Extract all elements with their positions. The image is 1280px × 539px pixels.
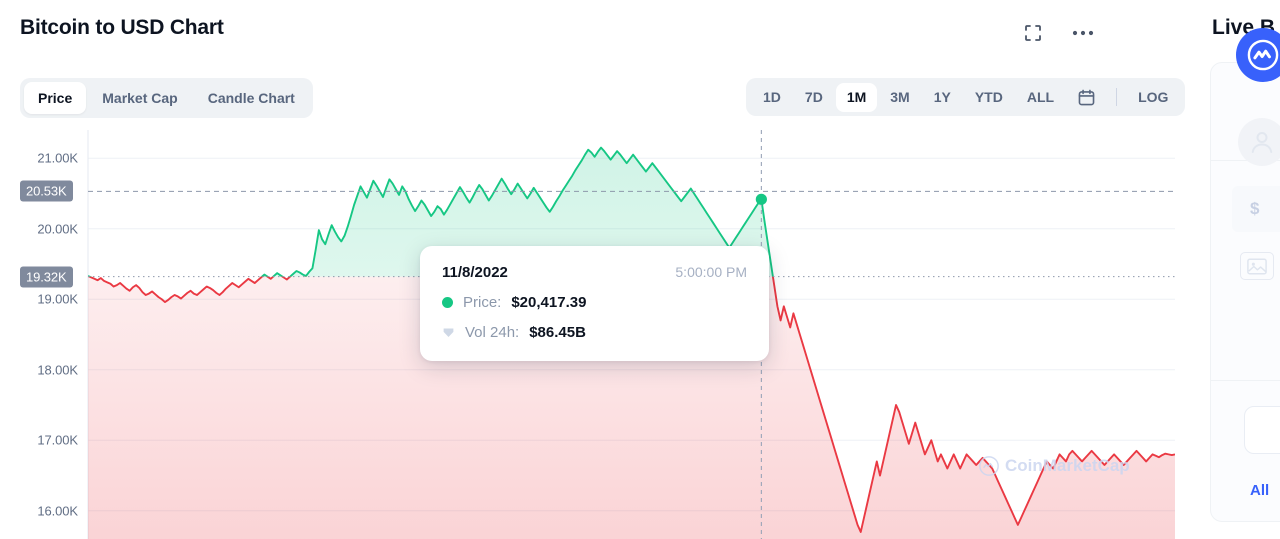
range-1y[interactable]: 1Y	[923, 83, 962, 112]
range-all[interactable]: ALL	[1016, 83, 1065, 112]
user-avatar-icon	[1238, 118, 1280, 166]
log-scale-toggle[interactable]: LOG	[1127, 83, 1179, 112]
y-axis-reference-badge: 20.53K	[20, 180, 73, 202]
calendar-icon[interactable]	[1067, 84, 1106, 111]
header-icon-group	[1022, 22, 1094, 44]
volume-shield-icon	[442, 325, 455, 340]
more-options-icon[interactable]	[1072, 22, 1094, 44]
time-range-selector: 1D 7D 1M 3M 1Y YTD ALL LOG	[746, 78, 1186, 116]
range-3m[interactable]: 3M	[879, 83, 920, 112]
app-root: Bitcoin to USD Chart Price Market Cap Ca…	[0, 0, 1280, 539]
y-axis-tick-label: 21.00K	[37, 150, 78, 166]
page-title: Bitcoin to USD Chart	[20, 16, 224, 39]
range-1d[interactable]: 1D	[752, 83, 792, 112]
amount-field[interactable]: $	[1232, 186, 1280, 232]
image-placeholder-icon	[1240, 252, 1274, 280]
range-7d[interactable]: 7D	[794, 83, 834, 112]
tooltip-date: 11/8/2022	[442, 264, 508, 281]
tooltip-volume-label: Vol 24h:	[465, 324, 520, 341]
tab-market-cap[interactable]: Market Cap	[88, 82, 191, 114]
divider	[1116, 88, 1118, 106]
divider	[1210, 380, 1280, 381]
y-axis-reference-badge: 19.32K	[20, 266, 73, 288]
range-ytd[interactable]: YTD	[964, 83, 1014, 112]
tooltip-time: 5:00:00 PM	[675, 264, 747, 280]
y-axis-tick-label: 20.00K	[37, 221, 78, 237]
y-axis-tick-label: 16.00K	[37, 503, 78, 519]
chart-tooltip: 11/8/2022 5:00:00 PM Price: $20,417.39 V…	[420, 246, 769, 361]
right-sidebar: Live B $ All	[1196, 0, 1280, 539]
fullscreen-icon[interactable]	[1022, 22, 1044, 44]
tab-price[interactable]: Price	[24, 82, 87, 114]
tooltip-header: 11/8/2022 5:00:00 PM	[442, 264, 747, 281]
sidebar-input[interactable]	[1244, 406, 1280, 454]
y-axis-tick-label: 17.00K	[37, 432, 78, 448]
sidebar-all-link[interactable]: All	[1250, 482, 1269, 499]
tooltip-price-label: Price:	[463, 294, 502, 311]
tooltip-price-row: Price: $20,417.39	[442, 294, 747, 311]
chart-type-tabs: Price Market Cap Candle Chart	[20, 78, 313, 118]
tooltip-volume-value: $86.45B	[529, 324, 586, 341]
range-1m[interactable]: 1M	[835, 82, 878, 112]
tab-candle-chart[interactable]: Candle Chart	[194, 82, 309, 114]
chart-panel: Bitcoin to USD Chart Price Market Cap Ca…	[0, 0, 1196, 539]
tooltip-price-value: $20,417.39	[511, 294, 587, 311]
tooltip-volume-row: Vol 24h: $86.45B	[442, 324, 747, 341]
green-dot-marker	[442, 297, 453, 308]
y-axis-tick-label: 18.00K	[37, 362, 78, 378]
y-axis-tick-label: 19.00K	[37, 291, 78, 307]
